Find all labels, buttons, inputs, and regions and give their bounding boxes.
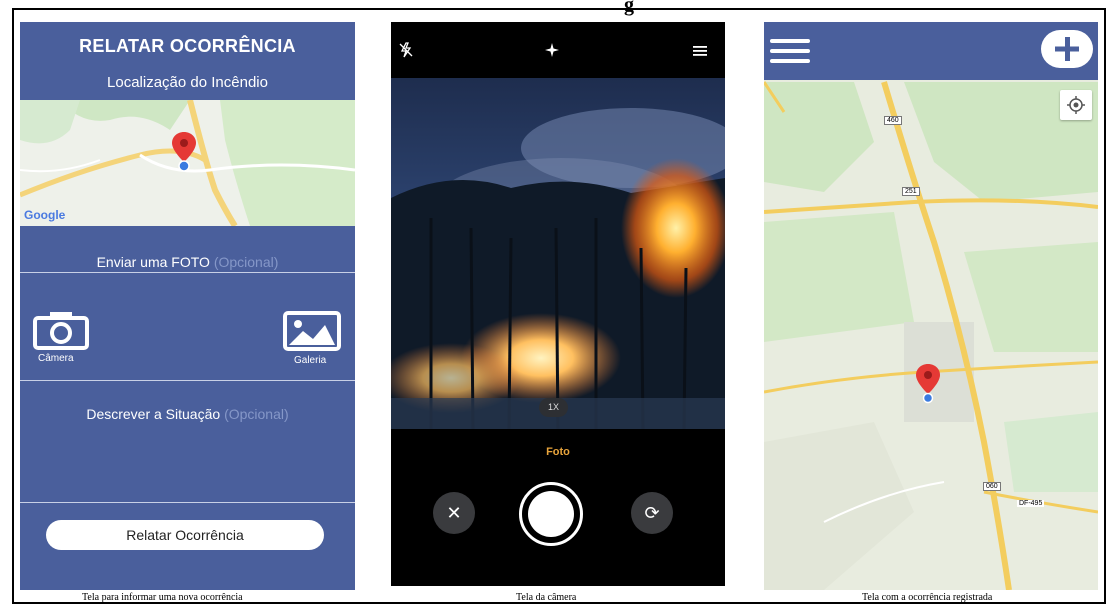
photo-section-label: Enviar uma FOTO (Opcional)	[20, 254, 355, 270]
switch-camera-icon[interactable]: ⟳	[631, 492, 673, 534]
camera-toolbar	[391, 22, 725, 77]
map-pin-icon[interactable]	[916, 364, 940, 404]
shutter-inner	[528, 491, 574, 537]
zoom-level-button[interactable]: 1X	[539, 398, 568, 417]
caption-camera-screen: Tela da câmera	[516, 592, 577, 603]
camera-button-label[interactable]: Câmera	[38, 353, 74, 364]
camera-screen: 1X Foto ✕ ⟳	[391, 22, 725, 586]
divider	[20, 272, 355, 273]
mode-foto-tab[interactable]: Foto	[391, 446, 725, 458]
image-icon[interactable]	[283, 311, 341, 356]
caption-map-screen: Tela com a ocorrência registrada	[862, 592, 993, 603]
close-icon[interactable]: ✕	[433, 492, 475, 534]
map-pin-icon	[172, 132, 196, 172]
page-title: RELATAR OCORRÊNCIA	[79, 36, 296, 56]
ai-enhance-icon[interactable]	[544, 42, 560, 58]
describe-optional: (Opcional)	[224, 406, 289, 422]
road-label: 060	[983, 482, 1001, 491]
camera-viewfinder[interactable]: 1X	[391, 78, 725, 429]
photo-optional: (Opcional)	[213, 254, 279, 270]
road-label: DF-495	[1017, 500, 1045, 507]
map-screen: 460 251 060 DF-495	[764, 22, 1098, 590]
road-label: 251	[902, 187, 920, 196]
caption-report-screen: Tela para informar uma nova ocorrência	[82, 592, 243, 603]
describe-label: Descrever a Situação	[86, 406, 221, 422]
camera-controls: Foto ✕ ⟳	[391, 430, 725, 586]
map-graphic[interactable]	[764, 22, 1098, 590]
my-location-icon[interactable]	[1060, 90, 1092, 120]
location-map[interactable]: Google	[20, 100, 355, 226]
flash-off-icon[interactable]	[399, 42, 413, 58]
map-app-bar	[764, 22, 1098, 80]
figure-title: g	[624, 0, 634, 16]
hamburger-menu-icon[interactable]	[770, 38, 810, 64]
plus-icon[interactable]	[1041, 30, 1093, 68]
road-label: 460	[884, 116, 902, 125]
camera-icon[interactable]	[32, 310, 90, 355]
location-label: Localização do Incêndio	[107, 74, 268, 91]
gallery-button-label[interactable]: Galeria	[294, 355, 326, 366]
forest-fire-preview	[391, 78, 725, 429]
map-provider-logo: Google	[24, 208, 66, 222]
shutter-button[interactable]	[519, 482, 583, 546]
describe-section-label: Descrever a Situação (Opcional)	[20, 406, 355, 422]
divider	[20, 502, 355, 503]
report-screen: RELATAR OCORRÊNCIA Localização do Incênd…	[20, 22, 355, 590]
photo-label: Enviar uma FOTO	[96, 254, 210, 270]
divider	[20, 380, 355, 381]
submit-report-button[interactable]: Relatar Ocorrência	[46, 520, 324, 550]
menu-icon[interactable]	[693, 45, 707, 57]
